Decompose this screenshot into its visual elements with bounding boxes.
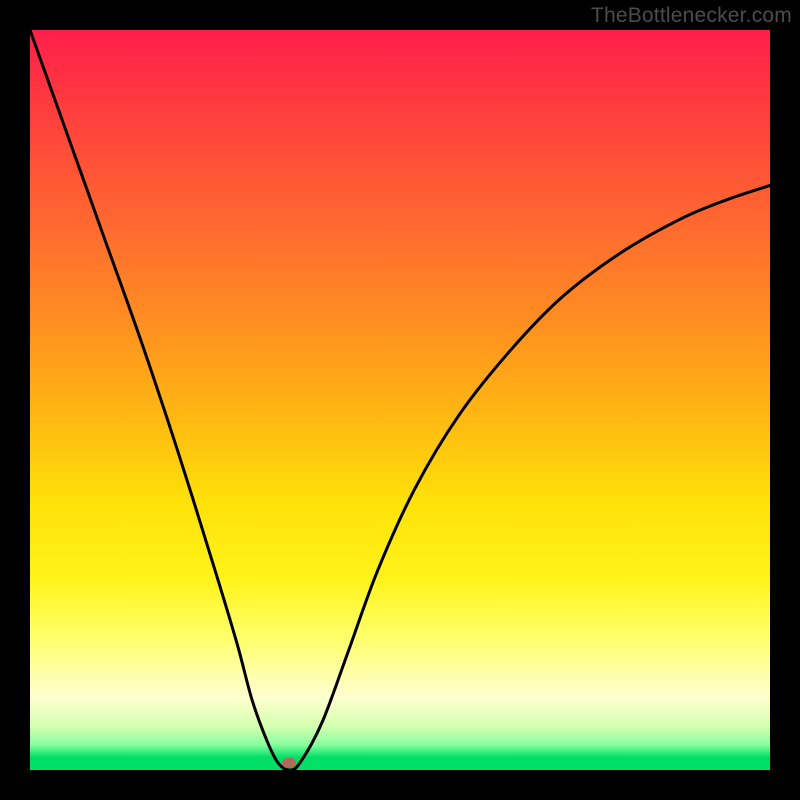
bottleneck-curve <box>30 30 770 770</box>
watermark-text: TheBottlenecker.com <box>591 4 792 28</box>
plot-area <box>30 30 770 770</box>
minimum-marker <box>282 758 296 768</box>
chart-frame: TheBottlenecker.com <box>0 0 800 800</box>
